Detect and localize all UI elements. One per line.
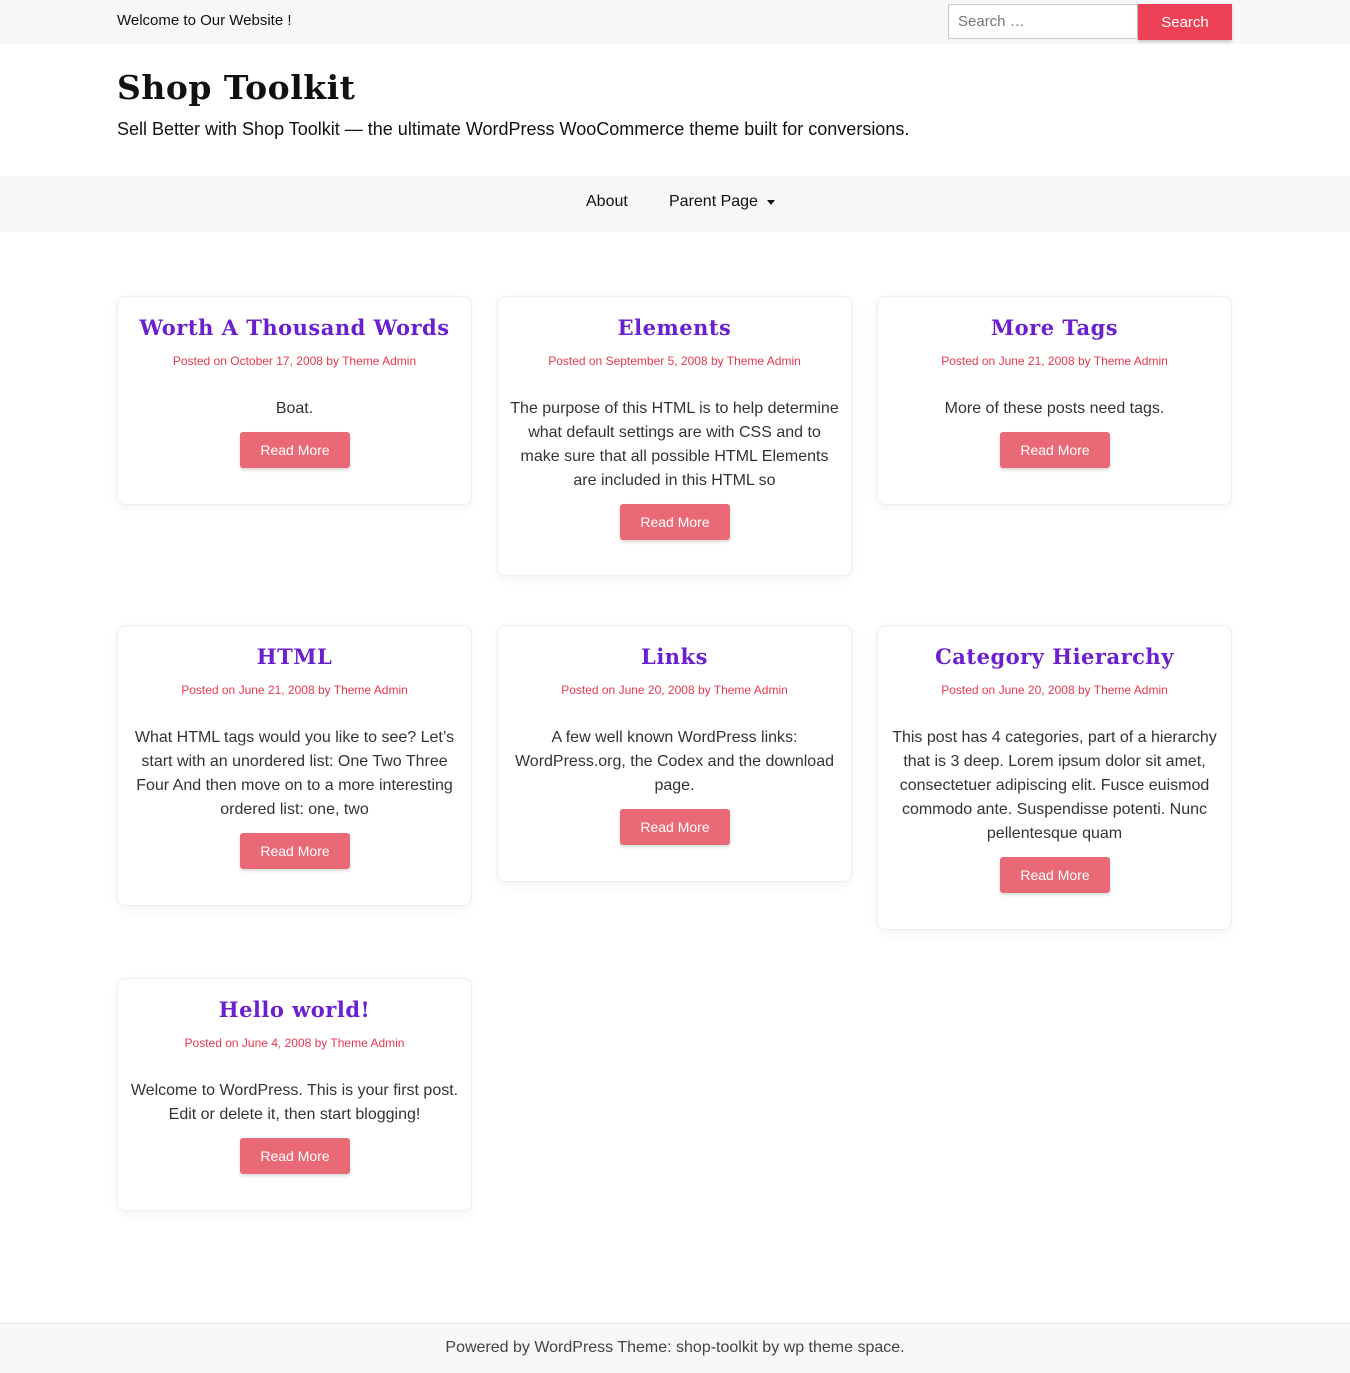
post-title[interactable]: More Tags bbox=[878, 315, 1231, 340]
post-excerpt: What HTML tags would you like to see? Le… bbox=[134, 729, 455, 818]
post-title[interactable]: Worth A Thousand Words bbox=[118, 315, 471, 340]
post-excerpt: This post has 4 categories, part of a hi… bbox=[892, 729, 1217, 842]
post-card: Elements Posted on September 5, 2008 by … bbox=[497, 296, 852, 576]
post-card: HTML Posted on June 21, 2008 by Theme Ad… bbox=[117, 625, 472, 906]
post-excerpt: Welcome to WordPress. This is your first… bbox=[130, 1082, 459, 1123]
post-title[interactable]: Elements bbox=[498, 315, 851, 340]
search-input[interactable] bbox=[948, 4, 1138, 39]
read-more-button[interactable]: Read More bbox=[240, 1138, 350, 1174]
read-more-button[interactable]: Read More bbox=[1000, 857, 1110, 893]
post-meta: Posted on June 20, 2008 by Theme Admin bbox=[561, 683, 788, 697]
read-more-button[interactable]: Read More bbox=[1000, 432, 1110, 468]
post-title[interactable]: Hello world! bbox=[118, 997, 471, 1022]
post-excerpt: More of these posts need tags. bbox=[944, 400, 1165, 417]
post-title[interactable]: Links bbox=[498, 644, 851, 669]
post-excerpt: Boat. bbox=[275, 400, 314, 417]
post-card: Worth A Thousand Words Posted on October… bbox=[117, 296, 472, 505]
post-title[interactable]: Category Hierarchy bbox=[878, 644, 1231, 669]
post-meta: Posted on October 17, 2008 by Theme Admi… bbox=[172, 354, 417, 368]
read-more-button[interactable]: Read More bbox=[240, 432, 350, 468]
post-meta: Posted on June 4, 2008 by Theme Admin bbox=[184, 1036, 405, 1050]
site-title[interactable]: Shop Toolkit bbox=[117, 68, 355, 107]
post-title[interactable]: HTML bbox=[118, 644, 471, 669]
post-meta: Posted on June 21, 2008 by Theme Admin bbox=[941, 354, 1168, 368]
site-footer: Powered by WordPress Theme: shop-toolkit… bbox=[0, 1323, 1350, 1373]
welcome-text: Welcome to Our Website ! bbox=[117, 12, 292, 29]
post-meta: Posted on June 20, 2008 by Theme Admin bbox=[941, 683, 1168, 697]
post-card: More Tags Posted on June 21, 2008 by The… bbox=[877, 296, 1232, 505]
post-card: Category Hierarchy Posted on June 20, 20… bbox=[877, 625, 1232, 930]
post-meta: Posted on June 21, 2008 by Theme Admin bbox=[181, 683, 408, 697]
site-description: Sell Better with Shop Toolkit — the ulti… bbox=[117, 119, 910, 139]
top-bar: Welcome to Our Website ! Search bbox=[0, 0, 1350, 44]
footer-credit: Powered by WordPress Theme: shop-toolkit… bbox=[445, 1339, 905, 1356]
post-meta: Posted on September 5, 2008 by Theme Adm… bbox=[548, 354, 801, 368]
nav-item-parent-page[interactable]: Parent Page bbox=[669, 193, 758, 211]
chevron-down-icon[interactable] bbox=[767, 200, 775, 205]
nav-item-about[interactable]: About bbox=[586, 193, 628, 211]
post-excerpt: The purpose of this HTML is to help dete… bbox=[510, 400, 839, 489]
read-more-button[interactable]: Read More bbox=[620, 809, 730, 845]
read-more-button[interactable]: Read More bbox=[620, 504, 730, 540]
read-more-button[interactable]: Read More bbox=[240, 833, 350, 869]
search-button[interactable]: Search bbox=[1138, 4, 1232, 40]
post-excerpt: A few well known WordPress links: WordPr… bbox=[514, 729, 834, 794]
post-card: Hello world! Posted on June 4, 2008 by T… bbox=[117, 978, 472, 1211]
post-card: Links Posted on June 20, 2008 by Theme A… bbox=[497, 625, 852, 882]
main-nav: About Parent Page bbox=[0, 176, 1350, 232]
